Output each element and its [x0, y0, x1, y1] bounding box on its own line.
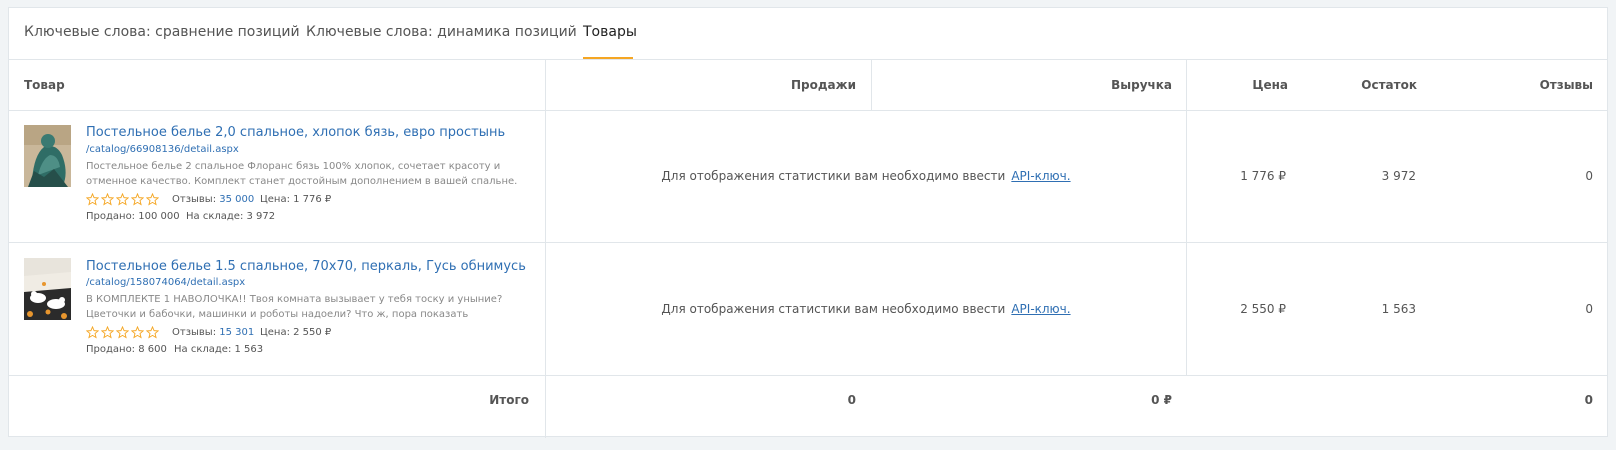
column-header-reviews[interactable]: Отзывы — [1540, 78, 1593, 92]
rating-stars — [86, 326, 159, 339]
active-tab-indicator — [583, 57, 633, 59]
products-panel: Ключевые слова: сравнение позиций Ключев… — [8, 7, 1608, 438]
column-header-revenue[interactable]: Выручка — [1111, 78, 1172, 92]
reviews-value: 0 — [1585, 169, 1593, 183]
star-icon — [146, 326, 159, 339]
rating-stars — [86, 193, 159, 206]
stock-meta: На складе: 3 972 — [186, 211, 276, 222]
column-header-product[interactable]: Товар — [24, 78, 65, 92]
row-divider — [9, 242, 1607, 243]
tab-keywords-comparison[interactable]: Ключевые слова: сравнение позиций — [24, 24, 300, 40]
api-key-link[interactable]: API-ключ. — [1011, 169, 1070, 183]
star-icon — [101, 326, 114, 339]
column-header-price[interactable]: Цена — [1252, 78, 1288, 92]
star-icon — [86, 326, 99, 339]
product-description: Постельное белье 2 спальное Флоранс бязь… — [86, 161, 518, 187]
product-description: В КОМПЛЕКТЕ 1 НАВОЛОЧКА!! Твоя комната в… — [86, 294, 503, 320]
star-icon — [116, 326, 129, 339]
reviews-meta: Отзывы: 15 301 — [172, 327, 254, 338]
sold-meta: Продано: 8 600 — [86, 344, 167, 355]
stock-value: 1 563 — [1381, 302, 1416, 316]
product-title-link[interactable]: Постельное белье 1.5 спальное, 70х70, пе… — [86, 259, 526, 274]
reviews-meta: Отзывы: 35 000 — [172, 194, 254, 205]
reviews-value: 0 — [1585, 302, 1593, 316]
api-key-message: Для отображения статистики вам необходим… — [546, 302, 1186, 316]
column-divider — [545, 60, 546, 438]
column-header-stock[interactable]: Остаток — [1361, 78, 1417, 92]
column-header-sales[interactable]: Продажи — [791, 78, 856, 92]
product-url-link[interactable]: /catalog/158074064/detail.aspx — [86, 277, 245, 288]
table-header: Товар Продажи Выручка Цена Остаток Отзыв… — [9, 60, 1607, 111]
totals-sales: 0 — [847, 393, 856, 407]
star-icon — [146, 193, 159, 206]
price-value: 1 776 ₽ — [1240, 169, 1286, 183]
stock-value: 3 972 — [1381, 169, 1416, 183]
stock-meta: На складе: 1 563 — [174, 344, 264, 355]
api-key-link[interactable]: API-ключ. — [1011, 302, 1070, 316]
price-meta: Цена: 1 776 ₽ — [260, 194, 332, 205]
product-title-link[interactable]: Постельное белье 2,0 спальное, хлопок бя… — [86, 125, 505, 140]
api-key-message: Для отображения статистики вам необходим… — [546, 169, 1186, 183]
star-icon — [86, 193, 99, 206]
column-divider — [1186, 60, 1187, 375]
api-key-message-text: Для отображения статистики вам необходим… — [661, 302, 1006, 316]
star-icon — [101, 193, 114, 206]
totals-label: Итого — [489, 393, 529, 407]
product-thumbnail[interactable] — [24, 125, 71, 187]
price-value: 2 550 ₽ — [1240, 302, 1286, 316]
reviews-label: Отзывы: — [172, 327, 217, 338]
row-divider — [9, 375, 1607, 376]
api-key-message-text: Для отображения статистики вам необходим… — [661, 169, 1006, 183]
reviews-count-link[interactable]: 15 301 — [219, 327, 254, 338]
reviews-label: Отзывы: — [172, 194, 217, 205]
star-icon — [131, 193, 144, 206]
reviews-count-link[interactable]: 35 000 — [219, 194, 254, 205]
star-icon — [116, 193, 129, 206]
price-meta: Цена: 2 550 ₽ — [260, 327, 332, 338]
totals-reviews: 0 — [1584, 393, 1593, 407]
star-icon — [131, 326, 144, 339]
product-thumbnail[interactable] — [24, 258, 71, 320]
tab-keywords-dynamics[interactable]: Ключевые слова: динамика позиций — [306, 24, 577, 40]
tab-bar: Ключевые слова: сравнение позиций Ключев… — [9, 8, 1607, 60]
totals-revenue: 0 ₽ — [1151, 393, 1172, 407]
tab-products[interactable]: Товары — [583, 24, 637, 40]
column-divider — [871, 60, 872, 111]
sold-meta: Продано: 100 000 — [86, 211, 180, 222]
product-url-link[interactable]: /catalog/66908136/detail.aspx — [86, 144, 239, 155]
